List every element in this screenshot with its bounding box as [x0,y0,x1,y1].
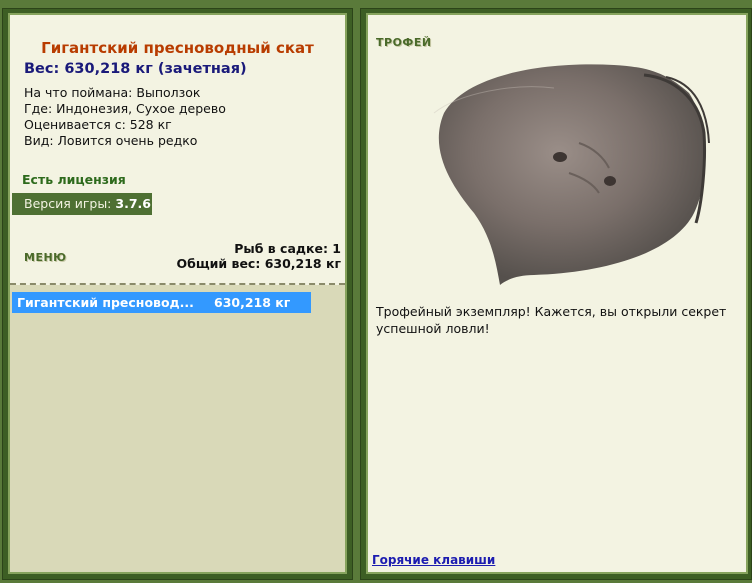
trophy-message: Трофейный экземпляр! Кажется, вы открыли… [376,304,727,336]
license-status: Есть лицензия [22,172,126,187]
stingray-image [433,64,710,285]
fish-value: Оценивается с: 528 кг [24,117,172,132]
fish-title: Гигантский пресноводный скат [41,39,314,57]
version-label: Версия игры: [24,196,112,211]
keepnet-total-weight: Общий вес: 630,218 кг [176,256,342,271]
fish-location: Где: Индонезия, Сухое дерево [24,101,226,116]
keepnet-count: Рыб в садке: 1 [234,241,341,256]
fish-bait: На что поймана: Выползок [24,85,201,100]
menu-button[interactable]: МЕНЮ [24,251,67,264]
catch-weight: 630,218 кг [214,295,291,310]
trophy-label: ТРОФЕЙ [376,36,432,49]
fish-weight: Вес: 630,218 кг (зачетная) [24,61,247,77]
trophy-panel: ТРОФЕЙ Трофейный экземпляр! Кажется, вы … [366,13,748,574]
version-value: 3.7.6 [115,196,151,211]
fish-rarity: Вид: Ловится очень редко [24,133,198,148]
catch-name: Гигантский пресновод... [17,295,194,310]
version-badge: Версия игры: 3.7.6 [12,193,152,215]
catch-list: Гигантский пресновод... 630,218 кг [10,285,345,572]
list-item[interactable]: Гигантский пресновод... 630,218 кг [12,292,311,313]
hotkeys-link[interactable]: Горячие клавиши [372,553,495,567]
fish-info-panel: Гигантский пресноводный скат Вес: 630,21… [8,13,347,574]
